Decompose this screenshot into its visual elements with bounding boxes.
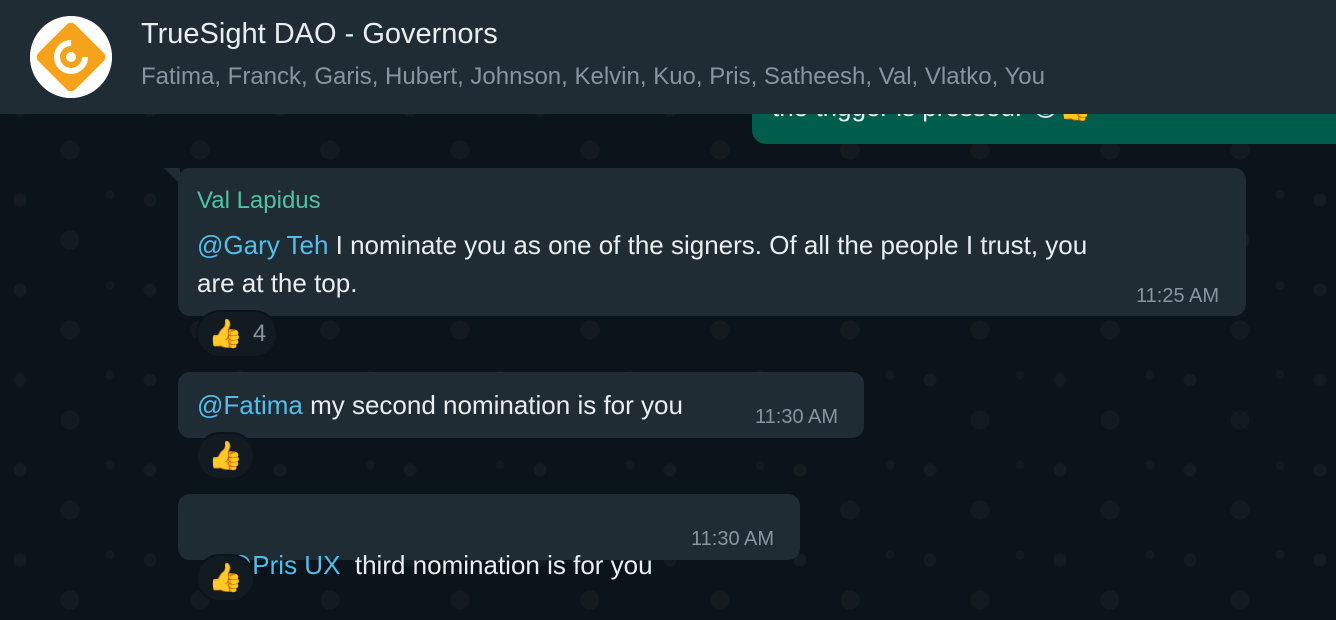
message-timestamp: 11:30 AM — [691, 528, 775, 550]
thumbs-up-icon: 👍 — [208, 440, 243, 471]
reaction-count: 4 — [252, 320, 267, 347]
incoming-message-bubble[interactable]: @Pris UX third nomination is for you 11:… — [178, 494, 800, 580]
chat-members-list[interactable]: Fatima, Franck, Garis, Hubert, Johnson, … — [141, 63, 1045, 91]
reaction-pill[interactable]: 👍 — [196, 554, 255, 602]
incoming-message-bubble[interactable]: Val Lapidus @Gary Teh I nominate you as … — [164, 168, 1246, 316]
truesight-logo-icon — [30, 16, 112, 98]
message-text: @Gary Teh I nominate you as one of the s… — [197, 230, 1088, 298]
message-text: @Fatima my second nomination is for you — [197, 390, 683, 420]
mention-link[interactable]: @Fatima — [197, 390, 303, 420]
incoming-message-bubble[interactable]: @Fatima my second nomination is for you … — [178, 372, 864, 438]
reaction-pill[interactable]: 👍 4 — [196, 310, 279, 358]
message-sender[interactable]: Val Lapidus — [197, 187, 321, 215]
thumbs-up-icon: 👍 — [208, 562, 243, 593]
chat-title[interactable]: TrueSight DAO - Governors — [141, 18, 498, 51]
message-timestamp: 11:25 AM — [1136, 285, 1220, 307]
bubble-tail — [164, 168, 180, 184]
mention-link[interactable]: @Gary Teh — [197, 230, 328, 260]
reaction-pill[interactable]: 👍 — [196, 432, 255, 480]
message-timestamp: 11:30 AM — [755, 406, 839, 428]
chat-header[interactable]: TrueSight DAO - Governors Fatima, Franck… — [0, 0, 1336, 114]
message-text: @Pris UX third nomination is for you — [225, 550, 653, 580]
thumbs-up-icon: 👍 — [208, 318, 243, 349]
group-avatar[interactable] — [30, 16, 112, 98]
